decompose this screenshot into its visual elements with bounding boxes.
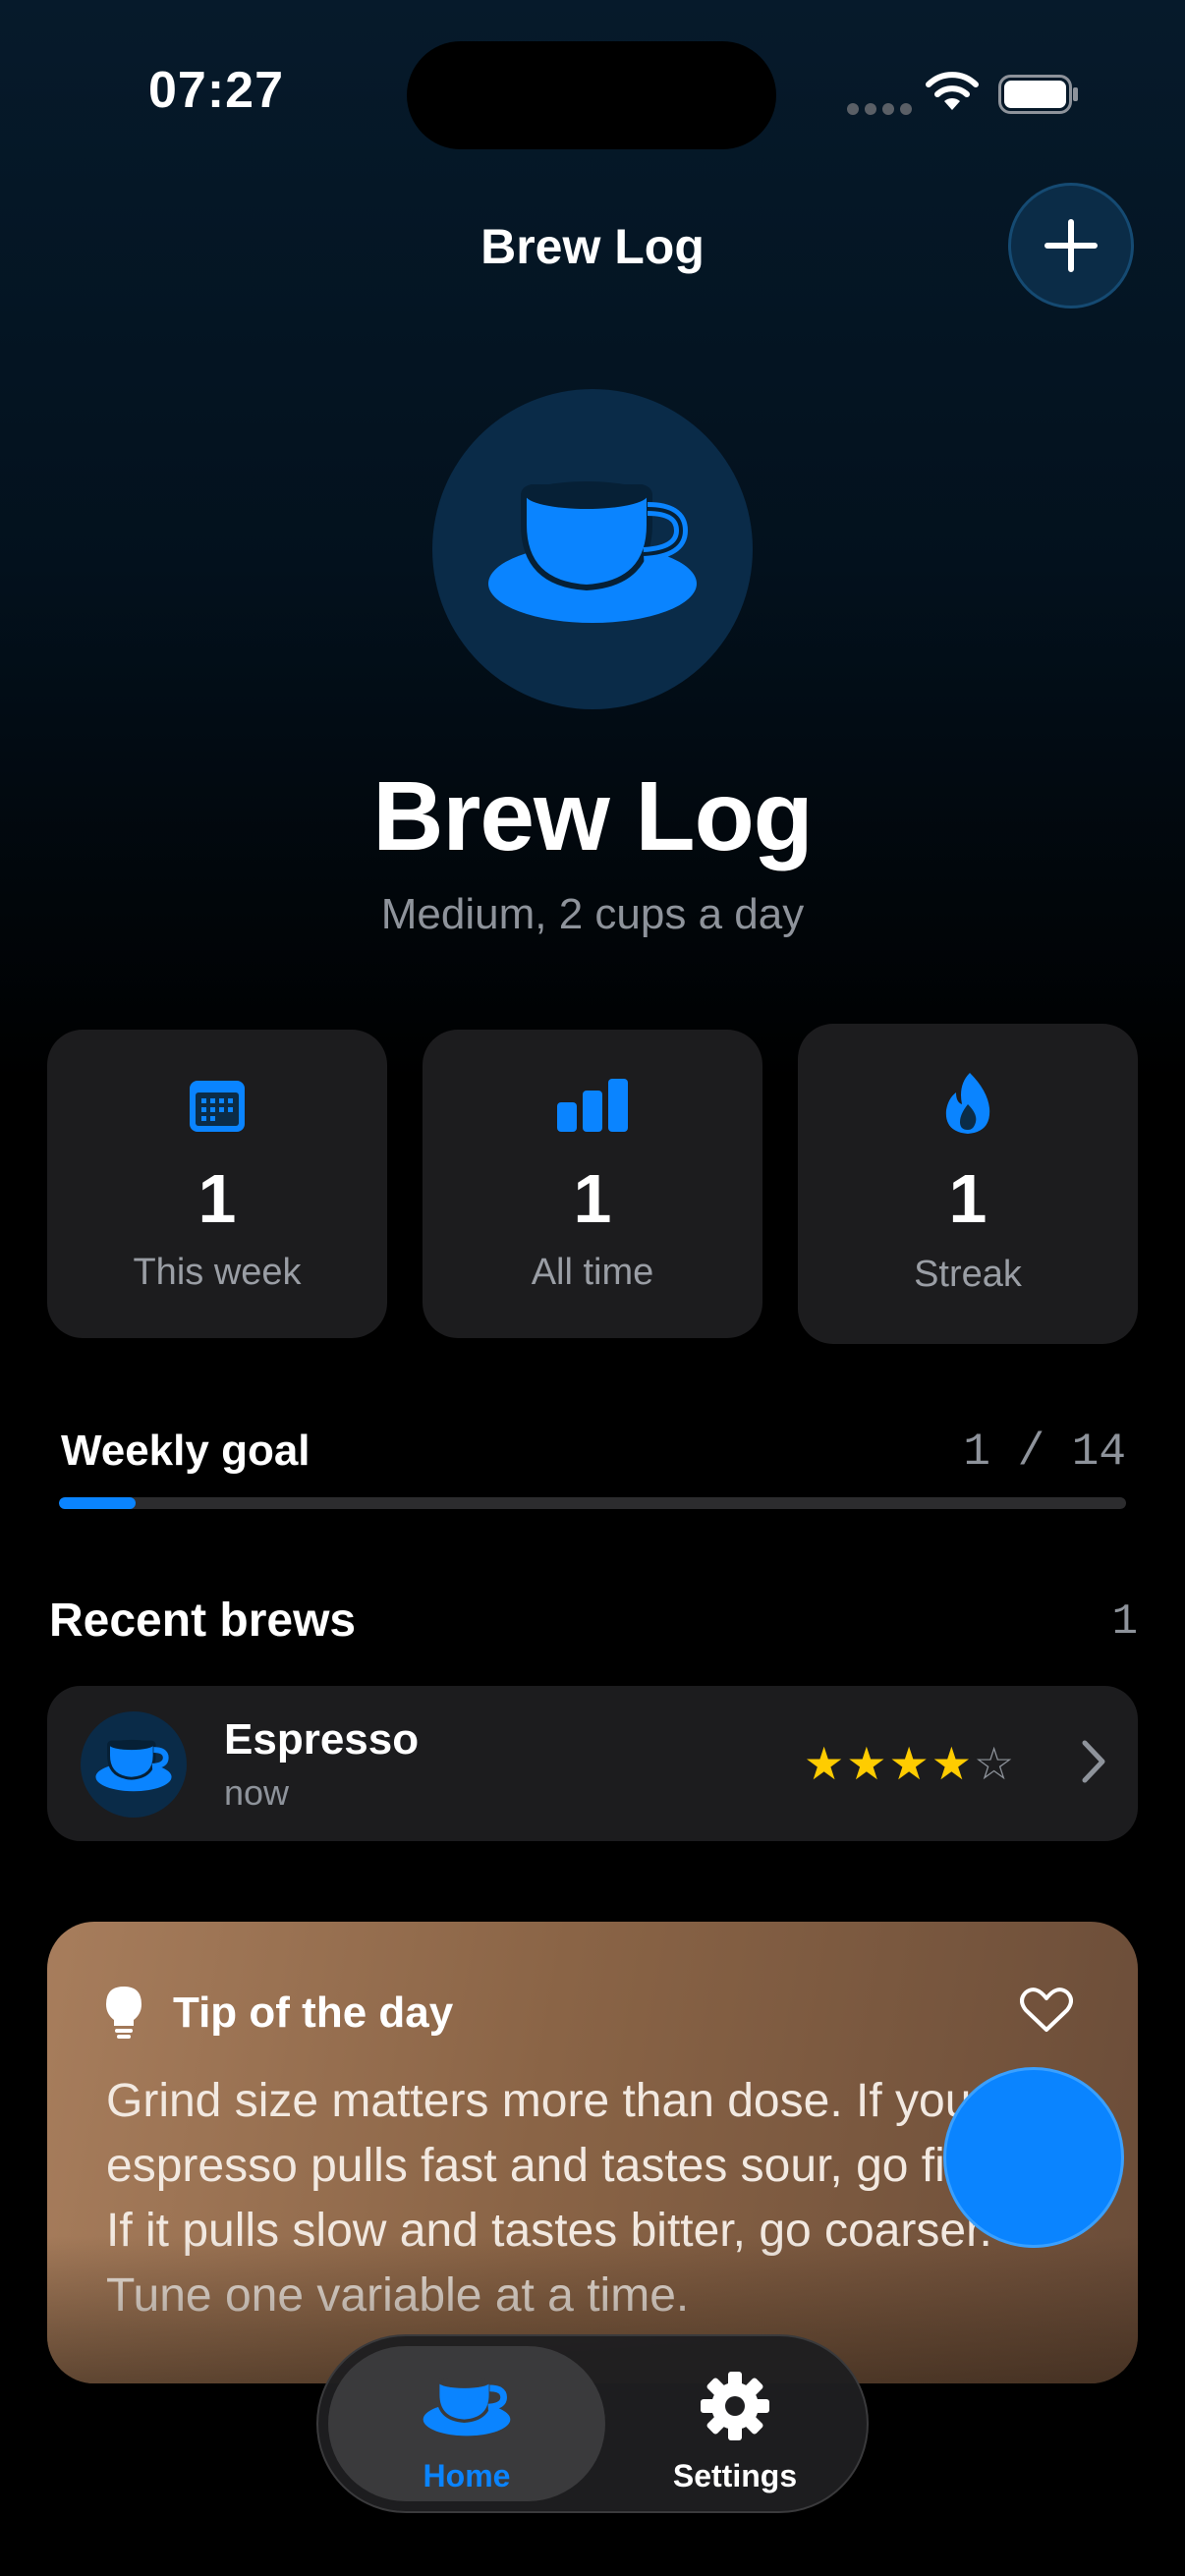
tab-settings[interactable]: Settings (609, 2346, 861, 2501)
tip-body: Grind size matters more than dose. If yo… (106, 2075, 1024, 2322)
weekly-goal-progress-fill (59, 1497, 136, 1509)
dynamic-island (407, 41, 776, 149)
star-filled-icon: ★ (846, 1738, 889, 1789)
signal-icon (847, 102, 918, 120)
stat-label: This week (133, 1252, 302, 1293)
weekly-goal-label: Weekly goal (61, 1427, 310, 1475)
stat-value: 1 (198, 1160, 237, 1237)
tab-home-label: Home (423, 2458, 511, 2493)
brew-row-espresso[interactable]: Espresso now ★★★★☆ (47, 1686, 1138, 1841)
star-filled-icon: ★ (931, 1738, 974, 1789)
coffee-cup-icon (488, 481, 697, 623)
hero-title: Brew Log (372, 761, 814, 871)
add-brew-button[interactable] (1008, 183, 1134, 308)
gear-icon (609, 2370, 861, 2447)
battery-icon (998, 75, 1079, 119)
wifi-icon (924, 71, 981, 117)
star-filled-icon: ★ (804, 1738, 847, 1789)
plus-icon (1044, 219, 1098, 272)
star-empty-icon: ☆ (974, 1738, 1017, 1789)
weekly-goal-count: 1 / 14 (963, 1427, 1126, 1478)
hero-icon-badge (432, 389, 753, 709)
flame-icon (798, 1071, 1138, 1141)
stat-card-streak: 1 Streak (798, 1024, 1138, 1344)
bar-chart-icon (423, 1077, 762, 1139)
stat-value: 1 (573, 1160, 612, 1237)
status-time: 07:27 (148, 62, 284, 119)
tab-home[interactable]: Home (328, 2346, 605, 2501)
lightbulb-icon (104, 1985, 143, 2046)
heart-icon[interactable] (1020, 1987, 1073, 2039)
coffee-cup-icon (95, 1739, 172, 1792)
recent-brews-heading: Recent brews (49, 1595, 357, 1647)
brew-time: now (224, 1772, 290, 1813)
star-filled-icon: ★ (888, 1738, 931, 1789)
stat-label: All time (531, 1252, 654, 1293)
brew-avatar (81, 1711, 187, 1818)
coffee-cup-icon (328, 2370, 605, 2445)
floating-action-button[interactable] (943, 2067, 1124, 2248)
stat-value: 1 (948, 1160, 988, 1237)
tab-bar: Home Settings (316, 2334, 869, 2513)
calendar-icon (47, 1077, 387, 1139)
tab-settings-label: Settings (672, 2458, 798, 2493)
hero-subtitle: Medium, 2 cups a day (380, 890, 805, 938)
tip-title: Tip of the day (173, 1988, 454, 2037)
brew-name: Espresso (224, 1715, 420, 1764)
stat-card-all-time: 1 All time (423, 1030, 762, 1338)
chevron-right-icon (1079, 1739, 1108, 1789)
weekly-goal-progress-bar (59, 1497, 1126, 1509)
stat-card-this-week: 1 This week (47, 1030, 387, 1338)
recent-brews-count: 1 (1111, 1597, 1138, 1647)
brew-rating: ★★★★☆ (804, 1737, 1016, 1790)
stat-label: Streak (914, 1254, 1022, 1295)
